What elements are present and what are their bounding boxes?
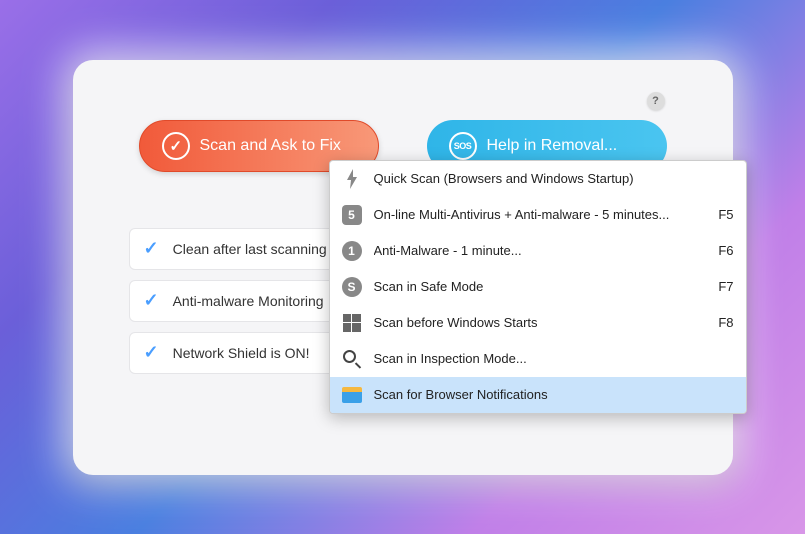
scan-and-fix-label: Scan and Ask to Fix [200, 137, 341, 155]
status-antimalware-label: Anti-malware Monitoring [173, 293, 324, 309]
menu-item-safe-mode[interactable]: S Scan in Safe Mode F7 [330, 269, 746, 305]
check-icon: ✓ [144, 238, 159, 259]
menu-item-label: Scan for Browser Notifications [374, 387, 734, 402]
menu-shortcut: F6 [718, 243, 733, 258]
scan-dropdown-menu: Quick Scan (Browsers and Windows Startup… [329, 160, 747, 414]
main-panel: ? Scan and Ask to Fix SOS Help in Remova… [73, 60, 733, 475]
status-clean-label: Clean after last scanning [173, 241, 327, 257]
status-network-label: Network Shield is ON! [173, 345, 310, 361]
badge-1-icon: 1 [342, 241, 362, 261]
menu-item-label: Anti-Malware - 1 minute... [374, 243, 699, 258]
menu-item-browser-notifications[interactable]: Scan for Browser Notifications [330, 377, 746, 413]
menu-item-label: Scan before Windows Starts [374, 315, 699, 330]
menu-item-online-multi[interactable]: 5 On-line Multi-Antivirus + Anti-malware… [330, 197, 746, 233]
help-in-removal-label: Help in Removal... [487, 137, 618, 155]
badge-s-icon: S [342, 277, 362, 297]
menu-shortcut: F5 [718, 207, 733, 222]
check-icon: ✓ [144, 342, 159, 363]
windows-icon [342, 313, 362, 333]
magnifier-icon [342, 349, 362, 369]
help-icon[interactable]: ? [647, 92, 665, 110]
menu-item-label: Scan in Safe Mode [374, 279, 699, 294]
menu-item-label: Quick Scan (Browsers and Windows Startup… [374, 171, 734, 186]
check-icon: ✓ [144, 290, 159, 311]
menu-item-quick-scan[interactable]: Quick Scan (Browsers and Windows Startup… [330, 161, 746, 197]
browser-icon [342, 385, 362, 405]
bolt-icon [342, 169, 362, 189]
badge-5-icon: 5 [342, 205, 362, 225]
menu-shortcut: F7 [718, 279, 733, 294]
check-circle-icon [162, 132, 190, 160]
menu-item-before-windows[interactable]: Scan before Windows Starts F8 [330, 305, 746, 341]
menu-item-antimalware-1m[interactable]: 1 Anti-Malware - 1 minute... F6 [330, 233, 746, 269]
sos-icon: SOS [449, 132, 477, 160]
menu-item-label: On-line Multi-Antivirus + Anti-malware -… [374, 207, 699, 222]
menu-shortcut: F8 [718, 315, 733, 330]
menu-item-inspection[interactable]: Scan in Inspection Mode... [330, 341, 746, 377]
menu-item-label: Scan in Inspection Mode... [374, 351, 734, 366]
